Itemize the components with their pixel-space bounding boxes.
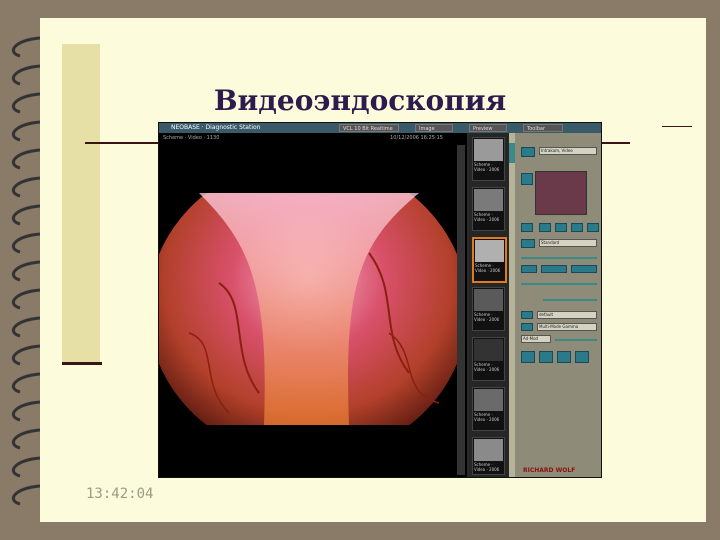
endoscopy-image [159,193,457,425]
capture-icon[interactable] [521,173,533,185]
slider[interactable] [521,257,597,259]
action-button[interactable] [521,351,535,363]
settings-icon[interactable] [521,311,533,319]
slider[interactable] [555,339,597,341]
slide-title: Видеоэндоскопия [213,84,507,117]
thumbnail[interactable]: Scheme · Video · 2006 [472,287,505,331]
toolbar-button-mode[interactable]: VCL 10 Bit Realtime Std. [339,124,399,140]
thumbnail-selected[interactable]: Scheme · Video · 2006 [472,237,507,283]
thumbnail[interactable]: Scheme · Video · 2006 [472,137,505,181]
folder-icon[interactable] [521,223,533,232]
control-panel: Intrakam, Video Standard default Multi-M… [515,133,601,477]
timestamp: 13:42:04 [86,486,154,502]
action-button[interactable] [575,351,589,363]
endoscopy-app-window: NEOBASE · Diagnostic Station VCL 10 Bit … [158,122,602,478]
rule-left [62,362,102,365]
mode-dropdown[interactable]: Standard [539,239,597,247]
record-icon[interactable] [521,239,535,248]
camera-icon[interactable] [521,147,535,157]
thumbnail[interactable]: Scheme · Video · 2006 [472,387,505,431]
toolbar-button-image-select[interactable]: Image Select [415,124,453,140]
tool-button[interactable] [555,223,567,232]
control-button[interactable] [541,265,567,273]
app-titlebar: NEOBASE · Diagnostic Station VCL 10 Bit … [159,123,601,140]
thumbnail[interactable]: Scheme · Video · 2006 [472,437,505,475]
source-dropdown[interactable]: Intrakam, Video [539,147,597,155]
action-button[interactable] [539,351,553,363]
control-button[interactable] [571,265,597,273]
thumbnail[interactable]: Scheme · Video · 2006 [472,187,505,231]
video-pane: Scheme · Video · 1130 10/12/2006 16:25:1… [159,133,467,477]
gamma-icon[interactable] [521,323,533,331]
control-button[interactable] [521,265,537,273]
preview-image [535,171,587,215]
slider[interactable] [543,299,597,301]
toolbar-button-preview[interactable]: Preview [469,124,507,132]
action-button[interactable] [557,351,571,363]
brand-logo: RICHARD WOLF [523,467,576,474]
tool-button[interactable] [587,223,599,232]
toolbar-button-toolbar[interactable]: Toolbar [523,124,563,132]
app-title: NEOBASE · Diagnostic Station [171,124,261,131]
thumbnail[interactable]: Scheme · Video · 2006 [472,337,505,381]
tool-button[interactable] [539,223,551,232]
slider[interactable] [521,283,597,285]
video-scrollbar[interactable] [457,145,465,475]
tool-button[interactable] [571,223,583,232]
ad-mod-dropdown[interactable]: Ad-Mod [521,335,551,343]
thumbnail-strip: Scheme · Video · 2006 Scheme · Video · 2… [469,133,509,477]
gamma-dropdown[interactable]: Multi-Mode Gamma [537,323,597,331]
rule-right [662,126,692,127]
preset-dropdown[interactable]: default [537,311,597,319]
